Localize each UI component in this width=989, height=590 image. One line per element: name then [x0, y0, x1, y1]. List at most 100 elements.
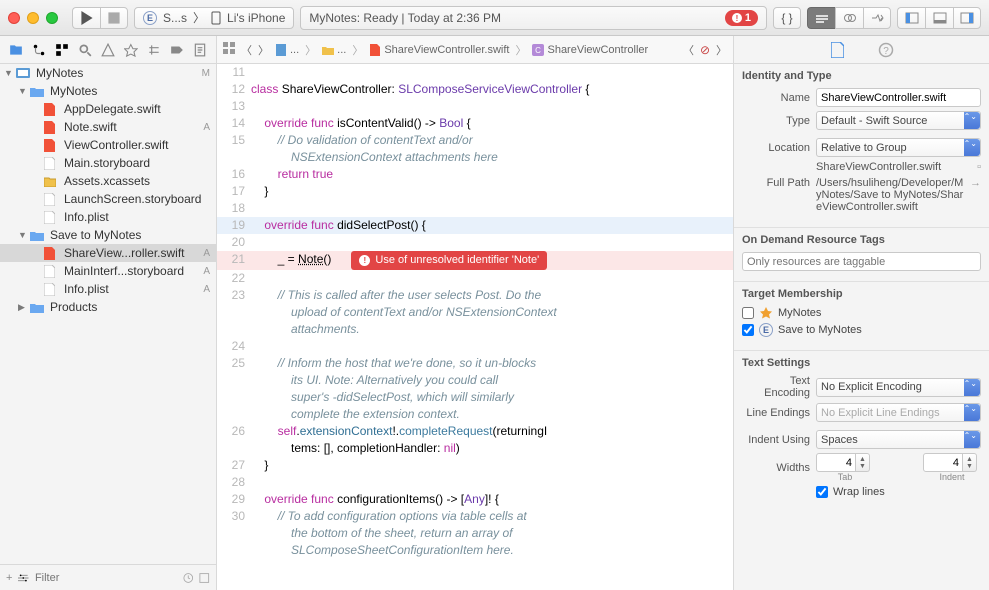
next-issue-button[interactable]: 〉 [716, 42, 727, 58]
close-icon[interactable] [8, 12, 20, 24]
assistant-editor-button[interactable] [835, 7, 863, 29]
reveal-icon[interactable]: → [970, 177, 981, 189]
tree-badge: M [202, 68, 210, 79]
extension-icon: E [143, 11, 157, 25]
source-control-nav-tab[interactable] [30, 41, 48, 59]
tree-file[interactable]: Assets.xcassets [0, 172, 216, 190]
tree-label: LaunchScreen.storyboard [64, 192, 201, 206]
section-header: Target Membership [742, 288, 981, 300]
tree-label: Assets.xcassets [64, 174, 150, 188]
tree-file[interactable]: Info.plist [0, 208, 216, 226]
error-indicator-icon[interactable]: ⊘ [700, 43, 710, 57]
zoom-icon[interactable] [46, 12, 58, 24]
breadcrumb[interactable]: ... [275, 44, 299, 56]
recent-filter-icon[interactable] [183, 572, 194, 584]
scheme-selector[interactable]: E S...s 〉 Li's iPhone [134, 7, 294, 29]
location-select[interactable]: Relative to Group [816, 138, 981, 157]
field-label: Type [742, 115, 810, 127]
test-nav-tab[interactable] [122, 41, 140, 59]
code-snippets-button[interactable]: { } [773, 7, 801, 29]
stop-button[interactable] [100, 7, 128, 29]
tree-group[interactable]: ▶Products [0, 298, 216, 316]
window-controls [8, 12, 58, 24]
tree-project-root[interactable]: ▼MyNotesM [0, 64, 216, 82]
tree-badge: A [203, 284, 210, 295]
tree-badge: A [203, 122, 210, 133]
tree-label: MainInterf...storyboard [64, 264, 184, 278]
minimize-icon[interactable] [27, 12, 39, 24]
issue-nav-tab[interactable] [99, 41, 117, 59]
breakpoint-nav-tab[interactable] [168, 41, 186, 59]
breadcrumb[interactable]: ShareViewController.swift [369, 44, 509, 56]
back-button[interactable]: 〈 [241, 42, 252, 58]
inspector-tabs: ? [734, 36, 989, 64]
tree-file-selected[interactable]: ShareView...roller.swift A [0, 244, 216, 262]
resource-tags-input [742, 252, 981, 271]
breadcrumb[interactable]: ... [322, 44, 346, 56]
status-time: Today at 2:36 PM [408, 11, 501, 25]
related-items-icon[interactable] [223, 42, 235, 57]
standard-editor-button[interactable] [807, 7, 835, 29]
tree-file[interactable]: MainInterf...storyboardA [0, 262, 216, 280]
code-editor[interactable]: 11 12class ShareViewController: SLCompos… [217, 64, 733, 590]
tree-file[interactable]: AppDelegate.swift [0, 100, 216, 118]
tree-file[interactable]: LaunchScreen.storyboard [0, 190, 216, 208]
help-inspector-tab[interactable]: ? [877, 41, 895, 59]
find-nav-tab[interactable] [76, 41, 94, 59]
tree-file[interactable]: ViewController.swift [0, 136, 216, 154]
target-checkbox[interactable]: ESave to MyNotes [742, 323, 981, 337]
full-path: /Users/hsuliheng/Developer/MyNotes/Save … [816, 177, 964, 213]
forward-button[interactable]: 〉 [258, 42, 269, 58]
debug-nav-tab[interactable] [145, 41, 163, 59]
project-nav-tab[interactable] [7, 41, 25, 59]
field-label: Line Endings [742, 407, 810, 419]
tree-label: Products [50, 300, 97, 314]
field-label: Full Path [742, 177, 810, 189]
toggle-navigator-button[interactable] [897, 7, 925, 29]
folder-icon[interactable]: ▫ [977, 161, 981, 173]
svg-text:?: ? [883, 46, 889, 57]
toggle-debug-button[interactable] [925, 7, 953, 29]
name-input[interactable] [816, 88, 981, 107]
target-checkbox[interactable]: MyNotes [742, 306, 981, 320]
tree-file[interactable]: Main.storyboard [0, 154, 216, 172]
tab-width-stepper[interactable]: ▲▼ [816, 453, 874, 472]
prev-issue-button[interactable]: 〈 [683, 42, 694, 58]
navigator-tabs [0, 36, 216, 64]
field-label: Widths [742, 462, 810, 474]
breadcrumb[interactable]: CShareViewController [532, 44, 648, 56]
activity-status: MyNotes: Ready | Today at 2:36 PM ! 1 [300, 6, 767, 30]
type-select[interactable]: Default - Swift Source [816, 111, 981, 130]
tree-label: Note.swift [64, 120, 117, 134]
editor: 〈 〉 ...〉 ...〉 ShareViewController.swift〉… [217, 36, 733, 590]
tree-file[interactable]: Info.plist A [0, 280, 216, 298]
indent-select[interactable]: Spaces [816, 430, 981, 449]
add-icon[interactable]: + [6, 572, 12, 584]
scm-filter-icon[interactable] [199, 572, 210, 584]
toggle-inspector-button[interactable] [953, 7, 981, 29]
run-button[interactable] [72, 7, 100, 29]
version-editor-button[interactable] [863, 7, 891, 29]
section-header: On Demand Resource Tags [742, 234, 981, 246]
line-endings-select[interactable]: No Explicit Line Endings [816, 403, 981, 422]
symbol-nav-tab[interactable] [53, 41, 71, 59]
encoding-select[interactable]: No Explicit Encoding [816, 378, 981, 397]
tree-label: ViewController.swift [64, 138, 168, 152]
tree-badge: A [203, 248, 210, 259]
tree-group[interactable]: ▼MyNotes [0, 82, 216, 100]
wrap-lines-checkbox[interactable]: Wrap lines [816, 486, 885, 498]
tree-label: MyNotes [36, 66, 83, 80]
filter-input[interactable] [35, 572, 177, 584]
scheme-app-label: S...s [163, 11, 187, 25]
report-nav-tab[interactable] [191, 41, 209, 59]
tree-label: Info.plist [64, 282, 109, 296]
error-count-badge[interactable]: ! 1 [725, 10, 758, 26]
tree-group[interactable]: ▼Save to MyNotes [0, 226, 216, 244]
file-inspector-tab[interactable] [829, 41, 847, 59]
error-inline[interactable]: !Use of unresolved identifier 'Note' [351, 251, 547, 270]
svg-text:!: ! [735, 14, 738, 23]
tree-label: ShareView...roller.swift [64, 246, 185, 260]
indent-width-stepper[interactable]: ▲▼ [923, 453, 981, 472]
tree-file[interactable]: Note.swift A [0, 118, 216, 136]
inspector: ? Identity and Type Name TypeDefault - S… [733, 36, 989, 590]
